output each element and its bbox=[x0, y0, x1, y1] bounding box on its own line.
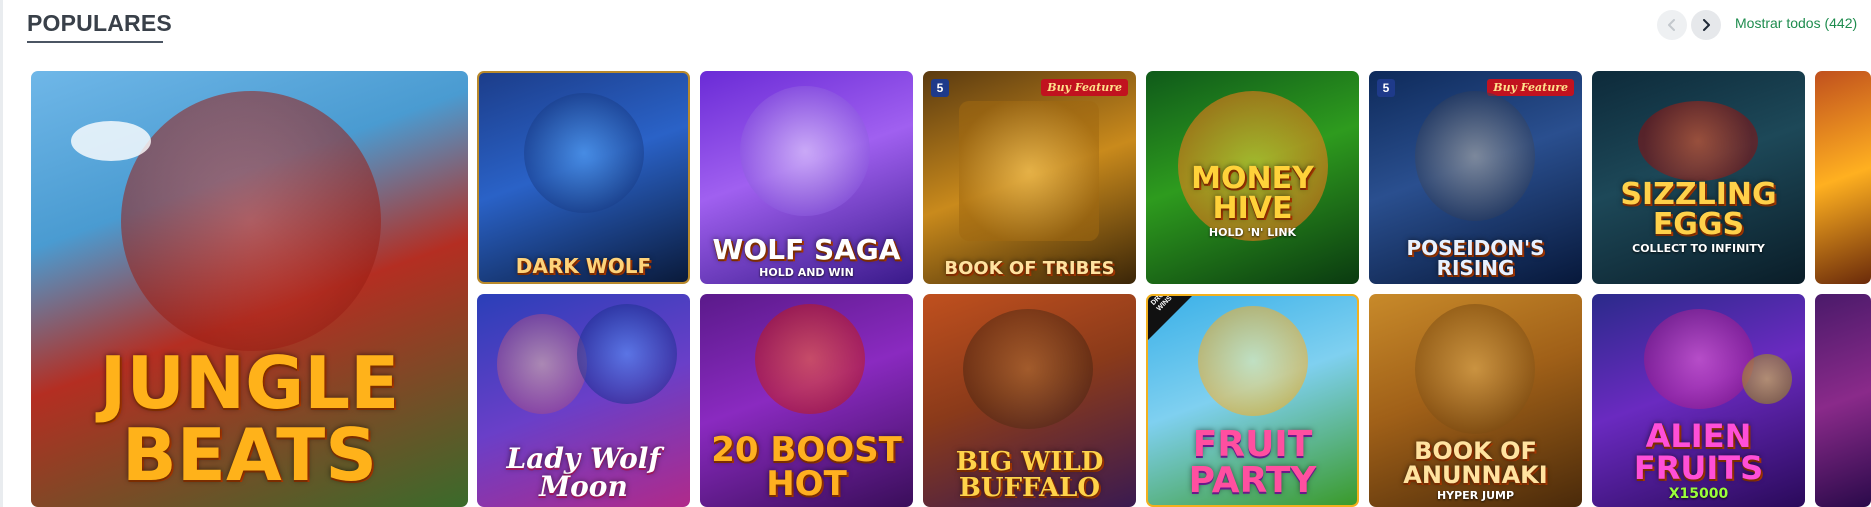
tile-artwork bbox=[524, 93, 644, 213]
game-title-text: MONEY HIVE bbox=[1191, 161, 1314, 226]
game-subtitle: X15000 bbox=[1668, 486, 1729, 502]
game-title: FRUIT PARTY bbox=[1188, 424, 1317, 501]
game-title: POSEIDON'S RISING bbox=[1406, 236, 1545, 280]
game-subtitle: COLLECT TO INFINITY bbox=[1632, 242, 1765, 255]
game-tile-jungle-beats[interactable]: JUNGLE BEATS bbox=[31, 71, 468, 507]
tile-artwork bbox=[1644, 309, 1754, 409]
game-tile-dark-wolf[interactable]: DARK WOLF bbox=[477, 71, 690, 284]
game-title: SIZZLING EGGS COLLECT TO INFINITY bbox=[1598, 177, 1799, 255]
game-tile-wolf-saga[interactable]: WOLF SAGA HOLD AND WIN bbox=[700, 71, 913, 284]
game-tile-fruit-party[interactable]: DROPS & WINS FRUIT PARTY bbox=[1146, 294, 1359, 507]
game-title: 20 BOOST HOT bbox=[711, 430, 902, 504]
provider-five-badge: 5 bbox=[931, 79, 949, 97]
game-title: DARK WOLF bbox=[515, 254, 652, 278]
tile-artwork bbox=[740, 86, 870, 216]
game-tile-partial[interactable] bbox=[1815, 71, 1871, 284]
game-subtitle: HYPER JUMP bbox=[1436, 489, 1515, 502]
tile-artwork bbox=[1198, 306, 1308, 416]
game-title-text: WOLF SAGA bbox=[712, 233, 901, 266]
tile-artwork bbox=[755, 304, 865, 414]
game-title: ALIEN FRUITS X15000 bbox=[1598, 420, 1799, 501]
game-title-text: BOOK OF ANUNNAKI bbox=[1403, 437, 1548, 489]
tile-artwork bbox=[1742, 354, 1792, 404]
game-title-text: ALIEN FRUITS bbox=[1633, 417, 1764, 487]
tile-artwork bbox=[963, 309, 1093, 429]
game-tile-book-of-tribes[interactable]: 5 Buy Feature BOOK OF TRIBES bbox=[923, 71, 1136, 284]
game-title: BOOK OF ANUNNAKI HYPER JUMP bbox=[1375, 439, 1576, 501]
tile-artwork bbox=[577, 304, 677, 404]
games-carousel: JUNGLE BEATS DARK WOLF WOLF SAGA HOLD AN… bbox=[0, 0, 1871, 507]
game-tile-book-of-anunnaki[interactable]: BOOK OF ANUNNAKI HYPER JUMP bbox=[1369, 294, 1582, 507]
tile-artwork bbox=[1415, 91, 1535, 221]
game-tile-poseidons-rising[interactable]: 5 Buy Feature POSEIDON'S RISING bbox=[1369, 71, 1582, 284]
tile-artwork bbox=[71, 121, 151, 161]
game-title: BOOK OF TRIBES bbox=[944, 258, 1115, 279]
game-tile-20-boost-hot[interactable]: 20 BOOST HOT bbox=[700, 294, 913, 507]
game-title-text: SIZZLING EGGS bbox=[1620, 177, 1777, 242]
game-title: MONEY HIVE HOLD 'N' LINK bbox=[1152, 161, 1353, 239]
provider-five-badge: 5 bbox=[1377, 79, 1395, 97]
game-tile-partial[interactable] bbox=[1815, 294, 1871, 507]
buy-feature-badge: Buy Feature bbox=[1041, 79, 1128, 96]
game-tile-alien-fruits[interactable]: ALIEN FRUITS X15000 bbox=[1592, 294, 1805, 507]
tile-artwork bbox=[1415, 304, 1535, 434]
game-tile-big-wild-buffalo[interactable]: BIG WILD BUFFALO bbox=[923, 294, 1136, 507]
game-tile-sizzling-eggs[interactable]: SIZZLING EGGS COLLECT TO INFINITY bbox=[1592, 71, 1805, 284]
game-subtitle: HOLD 'N' LINK bbox=[1208, 226, 1297, 239]
buy-feature-badge: Buy Feature bbox=[1487, 79, 1574, 96]
game-subtitle: HOLD AND WIN bbox=[759, 266, 854, 279]
game-title: JUNGLE BEATS bbox=[99, 341, 400, 497]
game-title: WOLF SAGA HOLD AND WIN bbox=[712, 233, 901, 279]
tile-artwork bbox=[497, 314, 587, 414]
tile-artwork bbox=[121, 91, 381, 351]
game-tile-lady-wolf-moon[interactable]: Lady Wolf Moon bbox=[477, 294, 690, 507]
game-tile-money-hive[interactable]: MONEY HIVE HOLD 'N' LINK bbox=[1146, 71, 1359, 284]
game-title: BIG WILD BUFFALO bbox=[955, 447, 1104, 503]
game-title: Lady Wolf Moon bbox=[506, 442, 661, 503]
tile-artwork bbox=[959, 101, 1099, 241]
tile-artwork bbox=[1638, 101, 1758, 181]
